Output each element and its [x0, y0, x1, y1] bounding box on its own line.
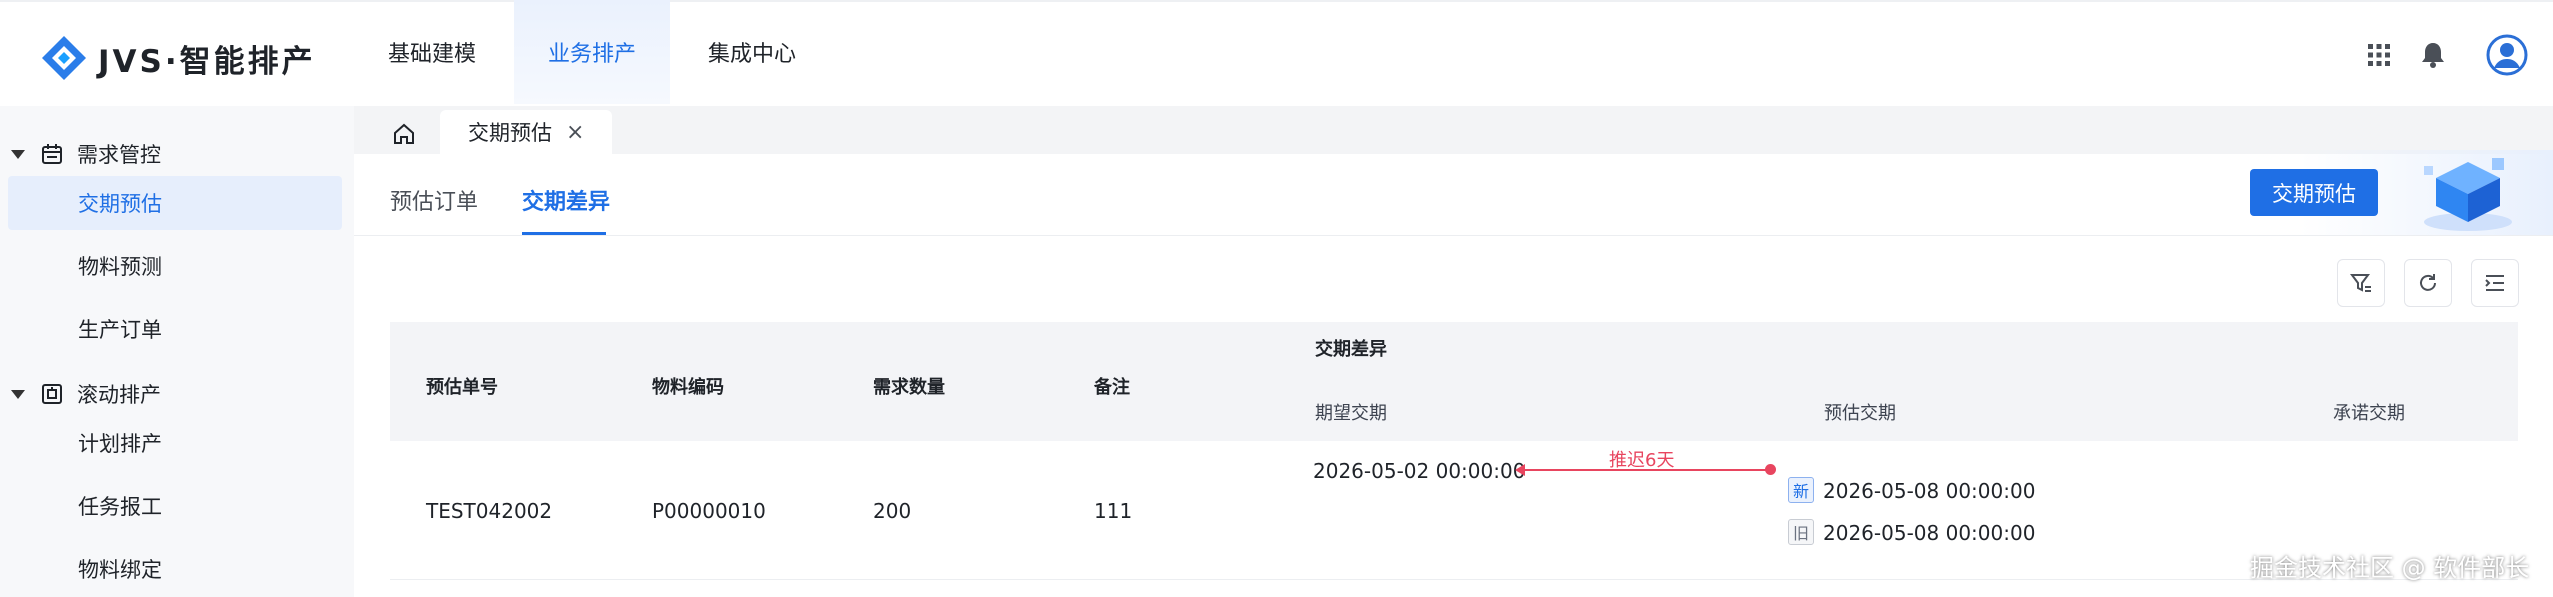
old-tag: 旧 — [1788, 519, 1814, 545]
grid-icon[interactable] — [2362, 38, 2396, 72]
subtab-estimated-orders[interactable]: 预估订单 — [390, 180, 478, 220]
sidebar-item-task-reporting[interactable]: 任务报工 — [78, 486, 162, 526]
cell-estimated-delivery-new: 2026-05-08 00:00:00 — [1823, 479, 2036, 503]
column-settings-button[interactable] — [2471, 259, 2519, 307]
sidebar-item-material-binding[interactable]: 物料绑定 — [78, 549, 162, 589]
sidebar-group-label: 需求管控 — [77, 143, 161, 167]
cell-expected-delivery: 2026-05-02 00:00:00 — [1313, 459, 1526, 483]
sidebar-item-label: 任务报工 — [78, 495, 162, 519]
sidebar-item-production-orders[interactable]: 生产订单 — [78, 309, 162, 349]
sidebar-item-label: 生产订单 — [78, 318, 162, 342]
sidebar-active-highlight — [8, 176, 342, 230]
tab-label: 交期预估 — [468, 121, 552, 145]
home-tab[interactable] — [374, 114, 434, 154]
column-settings-icon — [2485, 275, 2504, 291]
col-header-promised-delivery[interactable]: 承诺交期 — [2333, 399, 2405, 425]
col-header-demand-qty[interactable]: 需求数量 — [873, 373, 945, 399]
cell-estimated-delivery-old: 2026-05-08 00:00:00 — [1823, 521, 2036, 545]
cell-material-code: P00000010 — [652, 499, 766, 523]
col-group-header-delivery-difference: 交期差异 — [1315, 339, 1387, 360]
button-label: 交期预估 — [2272, 181, 2356, 206]
caret-down-icon — [11, 149, 25, 159]
topnav-label: 基础建模 — [387, 42, 476, 67]
home-icon — [394, 123, 414, 144]
topnav-label: 业务排产 — [547, 42, 636, 67]
subtab-delivery-difference[interactable]: 交期差异 — [522, 180, 610, 220]
close-icon[interactable]: × — [566, 120, 584, 145]
topnav-integration-center[interactable]: 集成中心 — [682, 0, 822, 104]
sidebar-item-material-forecast[interactable]: 物料预测 — [78, 246, 162, 286]
caret-down-icon — [11, 389, 25, 399]
filter-icon — [2350, 274, 2371, 292]
col-header-material-code[interactable]: 物料编码 — [652, 373, 724, 399]
bell-icon[interactable] — [2416, 38, 2450, 72]
sidebar-item-label: 交期预估 — [78, 192, 162, 216]
sidebar-group-demand-control[interactable]: 需求管控 — [0, 134, 161, 174]
topnav-label: 集成中心 — [707, 42, 796, 67]
refresh-icon — [2420, 274, 2436, 291]
sidebar-item-label: 物料绑定 — [78, 558, 162, 582]
cell-demand-qty: 200 — [873, 499, 912, 523]
calendar-icon — [41, 143, 63, 165]
footer-watermark: 掘金技术社区 @ 软件部长 — [2250, 554, 2530, 582]
col-header-estimated-delivery[interactable]: 预估交期 — [1824, 399, 1896, 425]
tab-delivery-estimate[interactable]: 交期预估 × — [440, 110, 612, 154]
refresh-button[interactable] — [2404, 259, 2452, 307]
sidebar-item-label: 物料预测 — [78, 255, 162, 279]
topnav-basic-modeling[interactable]: 基础建模 — [362, 0, 502, 104]
col-header-remark[interactable]: 备注 — [1094, 373, 1130, 399]
page-tabs-bar — [354, 106, 2553, 154]
subtab-divider — [354, 235, 2553, 236]
subtab-label: 交期差异 — [522, 190, 611, 215]
app-logo[interactable]: JVS·智能排产 — [40, 34, 316, 82]
cube-illustration-icon — [2410, 152, 2520, 234]
sidebar-item-label: 计划排产 — [78, 432, 162, 456]
topnav-business-scheduling[interactable]: 业务排产 — [514, 0, 670, 104]
delivery-estimate-button[interactable]: 交期预估 — [2250, 169, 2378, 216]
app-name: JVS·智能排产 — [98, 43, 316, 80]
cell-remark: 111 — [1094, 499, 1133, 523]
row-divider — [390, 579, 2518, 580]
sidebar-item-delivery-estimate[interactable]: 交期预估 — [78, 183, 162, 223]
subtab-label: 预估订单 — [390, 190, 479, 215]
sidebar-group-label: 滚动排产 — [77, 383, 161, 407]
arrow-left-icon — [1515, 464, 1525, 476]
user-avatar-icon[interactable] — [2486, 34, 2528, 76]
delay-arrow-line — [1520, 469, 1769, 471]
cell-order-no: TEST042002 — [426, 499, 553, 523]
scroll-icon — [41, 383, 63, 405]
delay-arrow-dot — [1765, 464, 1776, 475]
new-tag: 新 — [1788, 477, 1814, 503]
sidebar-group-rolling-scheduling[interactable]: 滚动排产 — [0, 374, 161, 414]
filter-button[interactable] — [2337, 259, 2385, 307]
col-header-order-no[interactable]: 预估单号 — [426, 373, 498, 399]
col-header-expected-delivery[interactable]: 期望交期 — [1315, 399, 1387, 425]
sidebar-item-plan-scheduling[interactable]: 计划排产 — [78, 423, 162, 463]
logo-icon — [40, 34, 88, 82]
